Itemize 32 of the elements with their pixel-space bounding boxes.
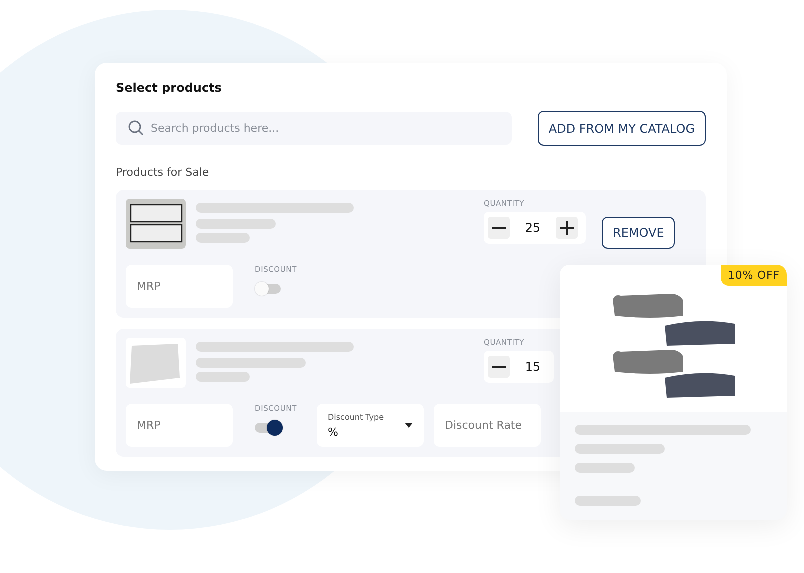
cabin-filter-photo — [126, 338, 186, 388]
panel-title: Select products — [116, 81, 223, 95]
quantity-value: 15 — [524, 360, 542, 374]
quantity-stepper[interactable]: 25 — [484, 212, 586, 244]
quantity-stepper[interactable]: 15 — [484, 351, 554, 383]
placeholder-bar — [575, 463, 635, 473]
minus-button[interactable] — [488, 356, 510, 378]
mrp-field[interactable]: MRP — [126, 265, 233, 308]
placeholder-bar — [196, 233, 250, 243]
discount-type-dropdown[interactable]: Discount Type % — [317, 404, 424, 447]
mrp-field[interactable]: MRP — [126, 404, 233, 447]
search-field[interactable]: Search products here... — [116, 112, 512, 145]
search-icon — [128, 120, 144, 136]
air-filter-photo — [126, 199, 186, 249]
dropdown-value: % — [328, 426, 340, 438]
minus-button[interactable] — [488, 217, 510, 239]
discount-badge: 10% OFF — [720, 265, 787, 286]
dropdown-caret-icon — [405, 423, 413, 428]
minus-icon — [492, 227, 506, 229]
discount-toggle[interactable] — [255, 423, 281, 433]
plus-icon — [560, 221, 574, 235]
discount-toggle[interactable] — [255, 284, 281, 294]
placeholder-bar — [196, 372, 250, 382]
minus-icon — [492, 366, 506, 368]
section-label: Products for Sale — [116, 166, 210, 179]
remove-button[interactable]: REMOVE — [602, 217, 676, 249]
add-from-catalog-button[interactable]: ADD FROM MY CATALOG — [538, 111, 706, 146]
plus-button[interactable] — [556, 217, 578, 239]
placeholder-bar — [575, 496, 641, 506]
discount-rate-field[interactable]: Discount Rate — [434, 404, 541, 447]
quantity-value: 25 — [524, 221, 542, 235]
dropdown-label: Discount Type — [328, 412, 384, 422]
